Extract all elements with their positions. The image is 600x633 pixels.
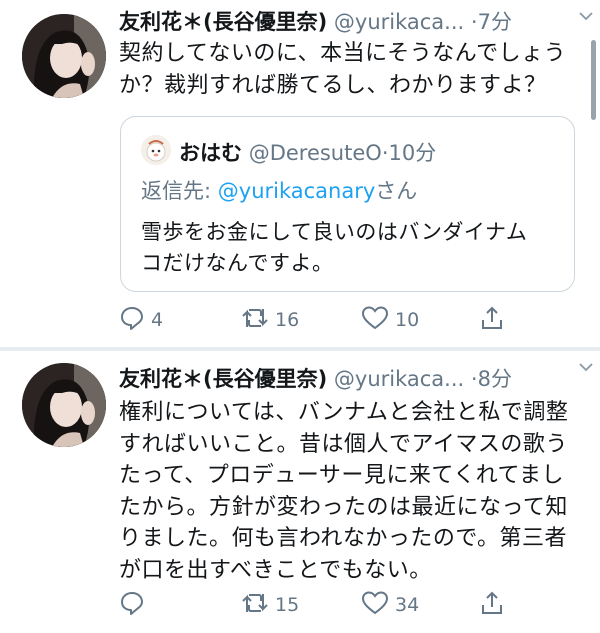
like-count: 34 [395,594,420,616]
reply-to-prefix: 返信先: [141,179,218,203]
timestamp[interactable]: 8分 [478,367,512,391]
avatar[interactable] [22,363,106,447]
display-name[interactable]: 友利花＊(長谷優里奈) [119,10,327,34]
tweet-text-line: 契約してないのに、本当にそうなんでしょう [119,41,567,66]
reply-icon [119,590,151,621]
separator-dot: · [470,10,478,34]
quote-avatar[interactable] [141,135,171,165]
like-button[interactable]: 34 [361,590,420,621]
tweet[interactable]: 友利花＊(長谷優里奈) @yurikaca... ·7分 契約してないのに、本当… [0,0,600,347]
retweet-icon [241,590,275,621]
retweet-count: 16 [275,309,300,331]
like-count: 10 [395,309,420,331]
share-button[interactable] [479,591,511,619]
quote-timestamp: 10分 [388,141,437,165]
tweet-actions: 4 16 10 [119,305,511,336]
chevron-down-icon[interactable] [578,8,594,28]
tweet-text-line: か？裁判すれば勝てるし、わかりますよ？ [119,73,547,98]
heart-icon [361,305,395,336]
tweet-text-line: が口を出すべきことでもない。 [119,557,432,583]
share-icon [479,305,511,336]
tweet-text-line: 権利については、バンナムと会社と私で調整 [119,400,569,425]
reply-button[interactable] [119,591,151,619]
tweet-text-line: すればいいこと。昔は個人でアイマスの歌う [119,431,568,457]
tweet-header: 友利花＊(長谷優里奈) @yurikaca... ·8分 [119,363,589,395]
user-handle[interactable]: @yurikaca... [334,10,464,34]
user-handle[interactable]: @yurikaca... [334,367,464,391]
tweet-header: 友利花＊(長谷優里奈) @yurikaca... ·7分 [119,6,589,38]
tweet-text: 権利については、バンナムと会社と私で調整 すればいいこと。昔は個人でアイマスの歌… [119,397,579,586]
quote-header: おはむ @DeresuteO·10分 [179,137,436,167]
quote-display-name[interactable]: おはむ [179,141,242,165]
tweet-text-line: たって、プロデューサー見に来てくれてまし [119,463,564,488]
avatar[interactable] [22,14,106,98]
heart-icon [361,590,395,621]
like-button[interactable]: 10 [361,305,420,336]
separator-dot: · [381,141,389,165]
share-icon [479,590,511,621]
quote-text-line: コだけなんですよ。 [141,251,334,275]
reply-icon [119,305,151,336]
timestamp[interactable]: 7分 [478,10,512,34]
tweet-text: 契約してないのに、本当にそうなんでしょう か？裁判すれば勝てるし、わかりますよ？ [119,38,574,102]
chevron-down-icon[interactable] [578,359,594,379]
retweet-icon [241,305,275,336]
quoted-tweet[interactable]: おはむ @DeresuteO·10分 返信先: @yurikacanaryさん … [120,116,575,292]
display-name[interactable]: 友利花＊(長谷優里奈) [119,367,327,391]
quote-text: 雪歩をお金にして良いのはバンダイナム コだけなんですよ。 [141,217,561,279]
separator-dot: · [470,367,478,391]
reply-to-suffix: さん [375,179,418,203]
retweet-button[interactable]: 16 [241,306,299,334]
reply-button[interactable]: 4 [119,306,163,334]
quote-handle[interactable]: @DeresuteO [249,141,382,165]
reply-to-handle[interactable]: @yurikacanary [218,179,376,203]
tweet[interactable]: 友利花＊(長谷優里奈) @yurikaca... ·8分 権利については、バンナ… [0,351,600,633]
share-button[interactable] [479,306,511,334]
retweet-count: 15 [275,594,300,616]
reply-to-label: 返信先: @yurikacanaryさん [141,175,417,205]
reply-count: 4 [151,309,164,331]
tweet-text-line: りました。何も言われなかったので。第三者 [119,526,568,551]
tweet-actions: 15 34 [119,590,511,621]
scrollbar[interactable] [591,40,596,120]
tweet-text-line: たから。方針が変わったのは最近になって知 [119,494,568,520]
retweet-button[interactable]: 15 [241,591,299,619]
quote-text-line: 雪歩をお金にして良いのはバンダイナム [141,220,528,244]
